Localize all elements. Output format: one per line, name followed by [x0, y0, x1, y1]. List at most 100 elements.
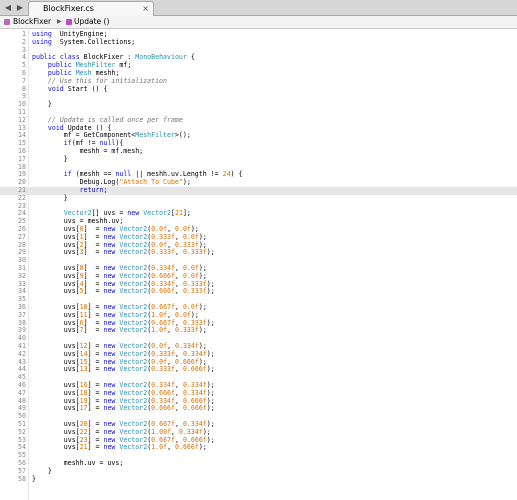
code-token: uvs[ — [32, 342, 80, 350]
code-token: 18 — [79, 388, 88, 397]
code-token: ); — [206, 435, 215, 444]
nav-forward-icon[interactable]: ▶ — [15, 2, 25, 13]
code-token: Vector2 — [119, 342, 148, 350]
code-token: Vector2 — [119, 443, 148, 452]
code-line[interactable]: 17 } — [0, 154, 517, 164]
code-line[interactable]: 58} — [0, 474, 517, 484]
code-token: , — [175, 271, 183, 280]
code-token: if — [63, 170, 72, 179]
code-token: , — [167, 225, 176, 233]
code-token: 0.334f — [182, 420, 207, 428]
code-token: 0.333f — [151, 365, 175, 374]
code-token: 0.666f — [151, 388, 175, 397]
code-token: ); — [206, 420, 215, 428]
code-token: ; — [103, 186, 108, 194]
code-token: uvs[ — [32, 365, 80, 374]
line-number: 58 — [18, 474, 26, 483]
code-token: using — [32, 30, 52, 38]
code-token: 0.666f — [175, 443, 199, 452]
code-token: } — [32, 193, 68, 202]
code-token: uvs[ — [32, 225, 80, 233]
code-token: new — [127, 209, 140, 218]
breadcrumb-class[interactable]: BlockFixer — [13, 16, 51, 28]
code-token: // Update is called once per frame — [47, 115, 183, 124]
code-token: ] = — [83, 232, 104, 241]
code-token: Vector2 — [119, 303, 148, 311]
code-line[interactable]: 22 } — [0, 193, 517, 203]
code-token: 0.333f — [182, 248, 207, 257]
code-line[interactable]: 8 void Start () { — [0, 85, 517, 94]
code-token: Vector2 — [119, 287, 148, 296]
line-code: void Start () { — [32, 85, 108, 94]
code-line[interactable]: 49 uvs[17] = new Vector2(0.666f, 0.666f)… — [0, 404, 517, 413]
code-token: 14 — [79, 349, 88, 358]
code-token: ] = — [83, 287, 104, 296]
code-token: ] = — [83, 225, 104, 233]
tab-bar: ◀ ▶ BlockFixer.cs × — [0, 0, 517, 16]
code-token: new — [103, 388, 116, 397]
code-line[interactable]: 54 uvs[21] = new Vector2(1.0f, 0.666f); — [0, 443, 517, 452]
code-line[interactable]: 39 uvs[7] = new Vector2(1.0f, 0.333f); — [0, 326, 517, 335]
code-token: if — [63, 139, 72, 148]
code-token: 0.0f — [151, 225, 168, 233]
code-line[interactable]: 21 return; — [0, 186, 517, 195]
tab-blockfixer[interactable]: BlockFixer.cs × — [28, 1, 154, 16]
code-token: ); — [198, 303, 207, 311]
code-token: , — [171, 427, 179, 436]
code-token: 0.334f — [151, 279, 175, 288]
code-editor[interactable]: 1 using UnityEngine; 2 using System.Collect… — [0, 29, 517, 500]
code-token: uvs[ — [32, 248, 80, 257]
code-line[interactable]: 34 uvs[5] = new Vector2(0.666f, 0.333f); — [0, 287, 517, 296]
tab-close-icon[interactable]: × — [142, 3, 149, 15]
code-token: ) { — [230, 170, 243, 179]
code-token: public — [32, 53, 56, 62]
code-token: 0.666f — [182, 435, 207, 444]
code-line[interactable]: 16 meshh = mf.mesh; — [0, 147, 517, 156]
code-token: uvs[ — [32, 349, 80, 358]
code-token: 15 — [79, 357, 88, 366]
code-line[interactable]: 2 using System.Collections; — [0, 38, 517, 47]
code-token: 0.666f — [175, 357, 199, 366]
code-token: ] = — [87, 396, 104, 405]
method-icon — [66, 19, 72, 25]
code-token: 0.0f — [182, 264, 199, 272]
code-token: , — [175, 318, 183, 327]
code-token: uvs[ — [32, 404, 80, 413]
code-token: ] = — [83, 326, 104, 335]
code-token: ] = — [87, 443, 104, 452]
code-token: ); — [206, 349, 215, 358]
code-line[interactable]: 57 } — [0, 467, 517, 476]
code-token: ); — [206, 287, 215, 296]
code-token: uvs[ — [32, 427, 80, 436]
code-token: ); — [206, 396, 215, 405]
code-line[interactable]: 10 } — [0, 100, 517, 109]
code-token: 0.0f — [182, 271, 199, 280]
code-token: } — [32, 100, 52, 109]
code-token: 0.0f — [182, 232, 199, 241]
code-token: Vector2 — [119, 264, 148, 272]
code-token: ] = — [87, 357, 104, 366]
code-token: 0.333f — [182, 318, 207, 327]
code-line[interactable]: 56 meshh.uv = uvs; — [0, 459, 517, 468]
code-line[interactable]: 44 uvs[13] = new Vector2(0.333f, 0.666f)… — [0, 365, 517, 374]
breadcrumb-method[interactable]: Update () — [74, 16, 109, 28]
code-token: 21 — [174, 209, 183, 218]
code-token: ]; — [182, 209, 191, 218]
code-token: Vector2 — [119, 310, 148, 319]
code-token: , — [175, 232, 183, 241]
code-token: new — [103, 381, 116, 389]
code-token: 0.0f — [151, 357, 168, 366]
code-token: 0.667f — [151, 420, 175, 428]
code-line[interactable]: 29 uvs[3] = new Vector2(0.333f, 0.333f); — [0, 248, 517, 257]
code-token: [] uvs = — [91, 209, 128, 218]
code-line[interactable]: 9 — [0, 93, 517, 101]
nav-back-icon[interactable]: ◀ — [3, 2, 13, 13]
code-token: , — [175, 396, 183, 405]
code-token: } — [32, 154, 68, 163]
code-token: 0.666f — [182, 365, 207, 374]
code-token: ] = — [83, 318, 104, 327]
code-token: uvs[ — [32, 318, 80, 327]
